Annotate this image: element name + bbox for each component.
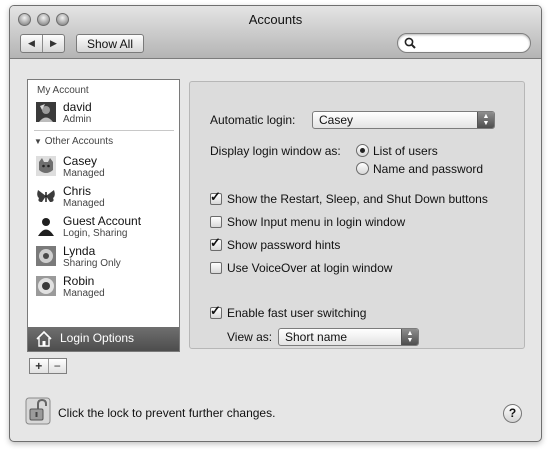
checkbox-show-input-menu-label: Show Input menu in login window: [227, 215, 406, 229]
checkmark-icon: ✓: [210, 189, 221, 204]
checkbox-show-input-menu[interactable]: [210, 216, 222, 228]
account-role: Sharing Only: [63, 258, 121, 269]
login-options-label: Login Options: [60, 331, 135, 345]
checkbox-fast-user-switching[interactable]: ✓: [210, 303, 222, 319]
sunflower-icon: [36, 276, 56, 296]
window-title: Accounts: [248, 12, 303, 27]
search-field[interactable]: [397, 33, 531, 53]
checkbox-voiceover[interactable]: [210, 262, 222, 274]
add-account-button[interactable]: +: [30, 359, 48, 373]
show-all-button[interactable]: Show All: [76, 34, 144, 53]
account-name: Lynda: [63, 244, 96, 258]
house-icon: [36, 330, 52, 347]
lock-icon[interactable]: [25, 397, 51, 425]
account-row-david[interactable]: david Admin: [28, 97, 179, 126]
search-icon: [404, 37, 416, 49]
butterfly-icon: [37, 190, 55, 202]
other-accounts-header: ▼ Other Accounts: [34, 136, 113, 147]
david-avatar-icon: [36, 102, 56, 122]
view-as-label: View as:: [227, 330, 273, 344]
help-button[interactable]: ?: [503, 404, 522, 423]
account-row-robin[interactable]: Robin Managed: [28, 271, 179, 300]
account-name: Robin: [63, 274, 95, 288]
other-accounts-label: Other Accounts: [44, 136, 114, 147]
radio-list-of-users-label: List of users: [373, 144, 438, 158]
checkbox-show-password-hints-label: Show password hints: [227, 238, 341, 252]
radio-name-and-password[interactable]: [356, 162, 369, 175]
account-role: Managed: [63, 168, 105, 179]
automatic-login-popup[interactable]: Casey ▲ ▼: [312, 111, 495, 129]
cat-icon: [36, 156, 56, 176]
account-row-chris[interactable]: Chris Managed: [28, 181, 179, 210]
search-input[interactable]: [420, 36, 524, 50]
checkbox-fast-user-switching-label: Enable fast user switching: [227, 306, 367, 320]
login-options-item[interactable]: Login Options: [28, 327, 179, 351]
forward-button[interactable]: ▶: [42, 35, 64, 52]
account-name: Casey: [63, 154, 98, 168]
automatic-login-label: Automatic login:: [210, 113, 296, 127]
account-role: Managed: [63, 288, 105, 299]
lock-message: Click the lock to prevent further change…: [58, 406, 276, 420]
checkmark-icon: ✓: [210, 235, 221, 250]
toolbar: Accounts ◀ ▶ Show All: [10, 6, 541, 59]
account-row-lynda[interactable]: Lynda Sharing Only: [28, 241, 179, 270]
add-remove-control: + −: [29, 358, 67, 374]
accounts-list: My Account david Admin ▼ Other Accounts: [27, 79, 180, 352]
my-account-header: My Account: [37, 85, 89, 96]
divider: [34, 130, 174, 131]
remove-account-button[interactable]: −: [47, 359, 67, 373]
account-role: Login, Sharing: [63, 228, 128, 239]
back-forward-control: ◀ ▶: [20, 34, 65, 53]
view-as-value: Short name: [285, 330, 348, 344]
display-login-label: Display login window as:: [210, 144, 341, 158]
popup-arrows-icon: ▲ ▼: [477, 112, 494, 128]
view-as-popup[interactable]: Short name ▲ ▼: [278, 328, 419, 346]
account-row-guest[interactable]: Guest Account Login, Sharing: [28, 211, 179, 240]
person-silhouette-icon: [38, 218, 54, 236]
back-button[interactable]: ◀: [21, 35, 42, 52]
checkbox-show-password-hints[interactable]: ✓: [210, 235, 222, 251]
checkbox-show-restart[interactable]: ✓: [210, 189, 222, 205]
account-role: Managed: [63, 198, 105, 209]
login-options-panel: Automatic login: Casey ▲ ▼ Display login …: [189, 81, 525, 349]
radio-list-of-users[interactable]: [356, 144, 369, 157]
radio-name-and-password-label: Name and password: [373, 162, 484, 176]
automatic-login-value: Casey: [319, 113, 354, 127]
account-row-casey[interactable]: Casey Managed: [28, 151, 179, 180]
account-name: Guest Account: [63, 214, 142, 228]
checkbox-voiceover-label: Use VoiceOver at login window: [227, 261, 393, 275]
account-name: Chris: [63, 184, 92, 198]
checkbox-show-restart-label: Show the Restart, Sleep, and Shut Down b…: [227, 192, 488, 206]
flower-icon: [36, 246, 56, 266]
account-role: Admin: [63, 114, 92, 125]
accounts-window: Accounts ◀ ▶ Show All My Account david A…: [9, 5, 542, 442]
account-name: david: [63, 100, 92, 114]
popup-arrows-icon: ▲ ▼: [401, 329, 418, 345]
disclosure-triangle-icon[interactable]: ▼: [34, 137, 42, 146]
checkmark-icon: ✓: [210, 303, 221, 318]
